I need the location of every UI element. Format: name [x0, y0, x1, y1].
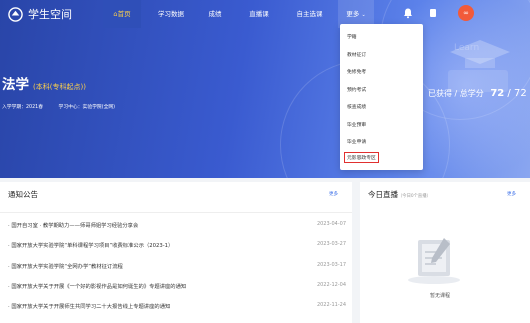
major-name: 法学: [2, 77, 29, 93]
nav-live-label: 直播课: [249, 10, 269, 18]
nav-learning-data-label: 学习数据: [158, 10, 184, 18]
document-icon[interactable]: [427, 7, 439, 19]
notice-text: · 国家开放大学关于开展师生共同学习二十大报告线上专题讲座的通知: [8, 304, 171, 310]
nav-course-select[interactable]: 自主选课: [287, 0, 332, 28]
notice-text: · 国开自习室 · 教学期助力——师哥师姐学习经验分享会: [8, 223, 139, 229]
notice-date: 2023-03-27: [316, 241, 346, 247]
live-title-text: 今日直播: [368, 190, 398, 199]
menu-item-textbook-order[interactable]: 教材征订: [347, 51, 366, 58]
notice-date: 2022-12-04: [316, 282, 346, 288]
nav-learning-data[interactable]: 学习数据: [152, 0, 190, 28]
nav-home-label: 首页: [117, 10, 131, 18]
brand-logo-icon: [8, 6, 23, 22]
credits-total: 72: [513, 88, 527, 99]
enroll-term: 入学学期：2021春: [2, 105, 43, 110]
notice-text: · 国家开放大学关于开展《一个好的影视作品是如何诞生的》专题讲座的通知: [8, 284, 187, 290]
notice-text: · 国家开放大学实验学院“全网办学”教材征订流程: [8, 264, 123, 270]
menu-item-graduation-apply[interactable]: 毕业申请: [347, 138, 366, 145]
notice-item[interactable]: · 国家开放大学实验学院“单科课程学习项目”收费标准公示（2023-1） 202…: [8, 241, 346, 251]
live-subtitle: （今日0个直播）: [398, 194, 431, 199]
empty-state-icon: [408, 238, 460, 284]
bell-icon[interactable]: [402, 7, 414, 19]
menu-item-check-grades[interactable]: 核查成绩: [347, 103, 366, 110]
avatar[interactable]: ∞: [458, 5, 474, 21]
svg-text:Learn: Learn: [454, 43, 479, 53]
credits-label: 已获得 / 总学分: [428, 89, 484, 98]
major-title: 法学 (本科(专科起点)): [2, 73, 86, 93]
notice-date: 2023-04-07: [316, 221, 346, 227]
live-title: 今日直播（今日0个直播）: [368, 189, 431, 200]
nav-grades-label: 成绩: [208, 10, 222, 18]
live-more-link[interactable]: 更多: [507, 191, 516, 197]
menu-item-exemption[interactable]: 免修免考: [347, 68, 366, 75]
nav-grades[interactable]: 成绩: [200, 0, 230, 28]
nav-more-label: 更多: [346, 10, 360, 18]
nav-home[interactable]: ⌂首页: [103, 0, 141, 28]
menu-item-graduation-precheck[interactable]: 毕业预审: [347, 121, 366, 128]
nav-course-select-label: 自主选课: [296, 10, 323, 18]
live-empty-text: 暂无课程: [430, 293, 451, 299]
major-level: (本科(专科起点)): [33, 83, 86, 91]
notice-date: 2022-11-24: [316, 302, 346, 308]
nav-live[interactable]: 直播课: [240, 0, 278, 28]
brand[interactable]: 学生空间: [8, 6, 72, 22]
notice-date: 2023-03-17: [316, 262, 346, 268]
more-dropdown-menu: 学籍 教材征订 免修免考 预约考试 核查成绩 毕业预审 毕业申请 元影思政专区: [340, 24, 423, 170]
notice-item[interactable]: · 国家开放大学关于开展师生共同学习二十大报告线上专题讲座的通知 2022-11…: [8, 302, 346, 312]
notice-title: 通知公告: [8, 190, 38, 199]
notice-item[interactable]: · 国家开放大学关于开展《一个好的影视作品是如何诞生的》专题讲座的通知 2022…: [8, 282, 346, 292]
chevron-down-icon: ⌄: [361, 12, 366, 18]
study-center: 学习中心：实验学院(全网): [58, 105, 116, 110]
brand-name: 学生空间: [28, 8, 72, 21]
student-meta: 入学学期：2021春 学习中心：实验学院(全网): [2, 103, 129, 110]
menu-item-book-exam[interactable]: 预约考试: [347, 86, 366, 93]
menu-item-ideology-zone[interactable]: 元影思政专区: [344, 152, 379, 163]
divider: [0, 212, 352, 213]
menu-item-student-status[interactable]: 学籍: [347, 33, 357, 40]
credits-got: 72: [490, 88, 505, 99]
credits-sep: /: [504, 88, 514, 99]
credits-summary: 已获得 / 总学分 72 / 72: [428, 88, 527, 99]
notice-item[interactable]: · 国开自习室 · 教学期助力——师哥师姐学习经验分享会 2023-04-07: [8, 221, 346, 231]
notice-text: · 国家开放大学实验学院“单科课程学习项目”收费标准公示（2023-1）: [8, 243, 174, 249]
notice-more-link[interactable]: 更多: [329, 191, 338, 197]
notice-item[interactable]: · 国家开放大学实验学院“全网办学”教材征订流程 2023-03-17: [8, 262, 346, 272]
